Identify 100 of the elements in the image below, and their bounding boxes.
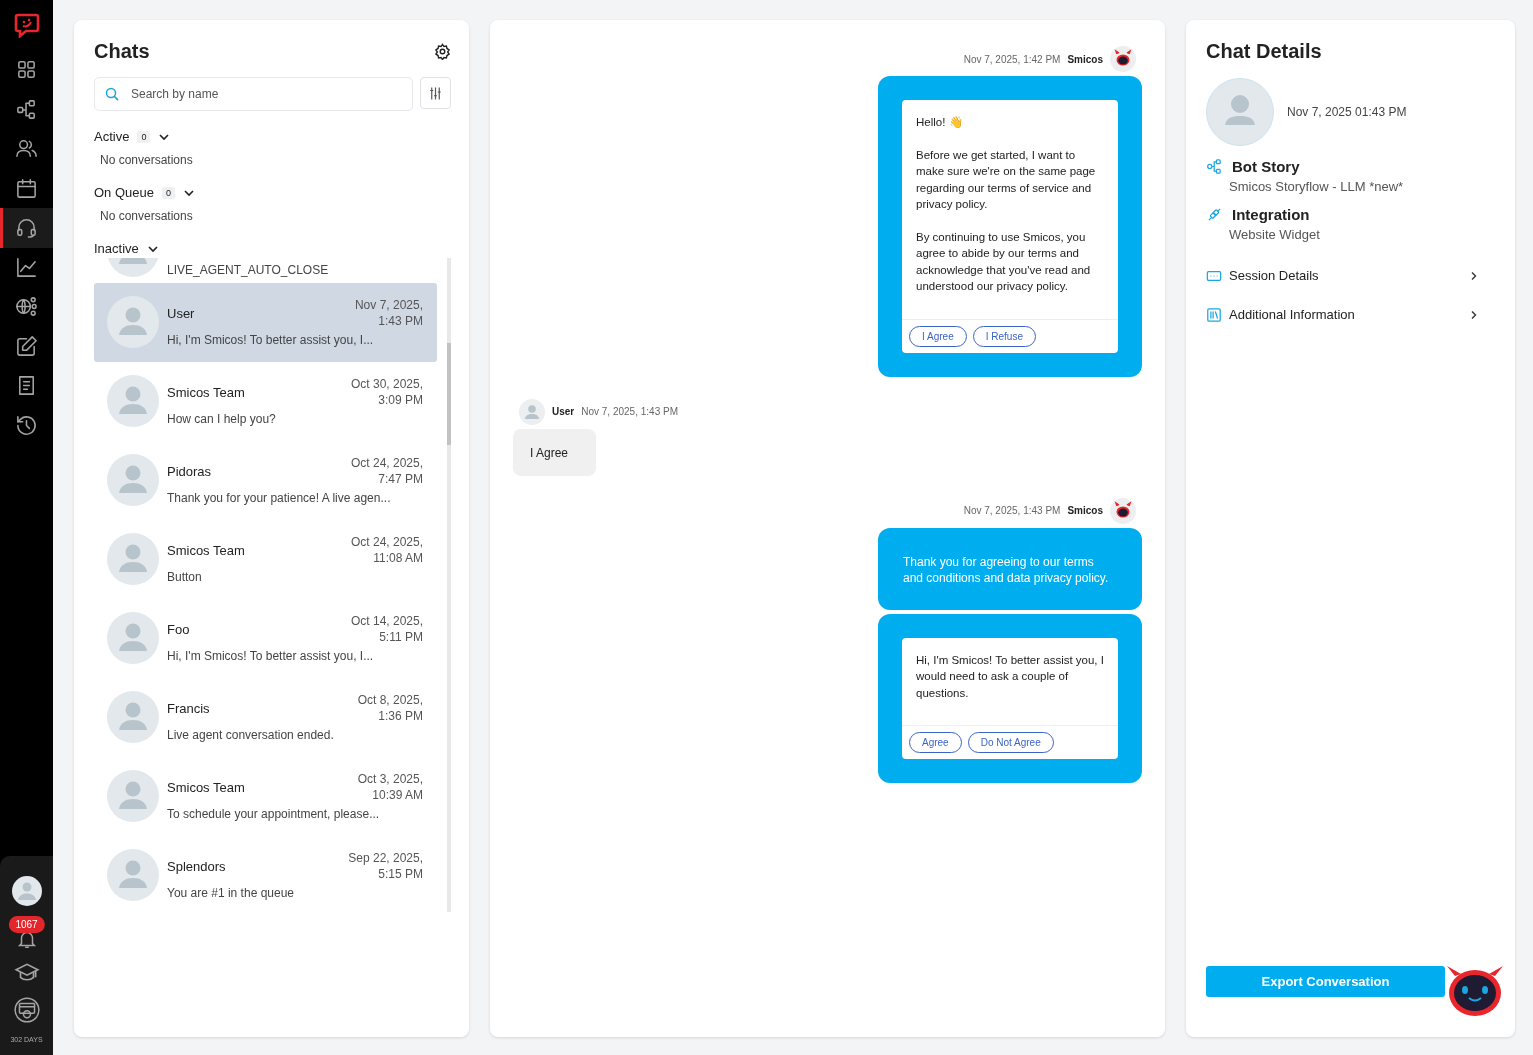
contact-name: Smicos Team: [167, 779, 245, 795]
network-icon: [15, 295, 38, 319]
chat-date: Oct 8, 2025, 1:36 PM: [356, 692, 423, 724]
edit-icon: [15, 334, 38, 358]
billing-icon[interactable]: [12, 996, 41, 1024]
contact-name: Splendors: [167, 858, 226, 874]
chat-date: Oct 3, 2025, 10:39 AM: [356, 771, 423, 803]
avatar-icon: [107, 849, 159, 901]
count-badge: 0: [137, 130, 151, 143]
section-toggle[interactable]: Inactive: [94, 241, 159, 256]
chat-date: Sep 22, 2025, 5:15 PM: [347, 850, 423, 882]
contact-name: User: [167, 305, 195, 321]
search-field[interactable]: Search by name: [94, 77, 413, 111]
chat-item[interactable]: Smicos Team Oct 24, 2025, 11:08 AM Button: [94, 520, 437, 599]
history-icon: [15, 413, 38, 437]
chat-date: Oct 14, 2025, 5:11 PM: [349, 613, 423, 645]
message-preview: Thank you for your patience! A live agen...: [167, 491, 392, 505]
message-time: Nov 7, 2025, 1:43 PM: [581, 406, 678, 417]
info-label: Integration: [1232, 206, 1310, 223]
message-preview: LIVE_AGENT_AUTO_CLOSE: [167, 263, 330, 277]
info-label: Bot Story: [1232, 158, 1300, 175]
books-icon: [1206, 306, 1222, 323]
chat-item[interactable]: Smicos Team Oct 30, 2025, 3:09 PM How can I help you?: [94, 362, 437, 441]
message-preview: Button: [167, 570, 203, 584]
section-toggle[interactable]: Active 0: [94, 129, 171, 144]
chat-item[interactable]: Francis Oct 8, 2025, 1:36 PM Live agent conversation ended.: [94, 678, 437, 757]
sender-name: User: [552, 406, 575, 417]
panel-title: Chat Details: [1206, 40, 1323, 63]
contact-name: Smicos Team: [167, 384, 245, 400]
headset-icon: [15, 216, 38, 240]
avatar-icon: [107, 612, 159, 664]
sender-name: Smicos: [1067, 505, 1103, 516]
plug-icon: [1206, 206, 1223, 223]
message-preview: You are #1 in the queue: [167, 886, 295, 900]
logo-icon: [13, 12, 40, 38]
chevron-right-icon: [1469, 270, 1479, 281]
settings-icon[interactable]: [434, 43, 451, 60]
user-avatar-icon: [519, 398, 545, 425]
chat-item[interactable]: LIVE_AGENT_AUTO_CLOSE: [94, 258, 437, 283]
avatar-icon: [107, 770, 159, 822]
profile-avatar[interactable]: [11, 876, 42, 906]
avatar-icon: [107, 454, 159, 506]
contact-name: Francis: [167, 700, 210, 716]
chat-date: Oct 24, 2025, 11:08 AM: [349, 534, 423, 566]
chat-item[interactable]: Splendors Sep 22, 2025, 5:15 PM You are #1 in the queue: [94, 836, 437, 912]
message-text: Hello! 👋: [916, 115, 964, 130]
calendar-icon: [15, 176, 38, 200]
message-preview: To schedule your appointment, please...: [167, 807, 381, 821]
bot-avatar-icon: [1110, 497, 1136, 524]
link-label: Additional Information: [1229, 307, 1356, 322]
notification-badge: 1067: [8, 916, 45, 933]
flow-icon: [15, 97, 38, 121]
details-link[interactable]: Additional Information: [1206, 295, 1495, 334]
chat-item[interactable]: Pidoras Oct 24, 2025, 7:47 PM Thank you for your patience! A live agen...: [94, 441, 437, 520]
count-badge: 0: [162, 186, 175, 199]
chat-item[interactable]: Foo Oct 14, 2025, 5:11 PM Hi, I'm Smicos! To better assist you, I...: [94, 599, 437, 678]
avatar-icon: [107, 691, 159, 743]
nav-item[interactable]: [0, 208, 53, 248]
empty-message: No conversations: [100, 209, 194, 223]
info-value: Smicos Storyflow - LLM *new*: [1228, 179, 1405, 194]
bot-avatar-icon: [1110, 46, 1136, 72]
chat-item[interactable]: Smicos Team Oct 3, 2025, 10:39 AM To schedule your appointment, please...: [94, 757, 437, 836]
message-text: Hi, I'm Smicos! To better assist you, I would need to ask a couple of questions.: [916, 652, 1104, 701]
chat-date: Nov 7, 2025, 1:43 PM: [353, 297, 423, 329]
section-toggle[interactable]: On Queue 0: [94, 185, 195, 200]
search-icon: [105, 86, 120, 102]
flow-icon: [1206, 158, 1223, 175]
avatar-icon: [107, 533, 159, 585]
message-preview: Hi, I'm Smicos! To better assist you, I...: [167, 649, 375, 663]
avatar-icon: [107, 296, 159, 348]
empty-message: No conversations: [100, 153, 194, 167]
chat-date: Oct 30, 2025, 3:09 PM: [349, 376, 423, 408]
details-link[interactable]: Session Details: [1206, 256, 1495, 295]
contact-name: Smicos Team: [167, 542, 245, 558]
user-message: I Agree: [513, 428, 597, 476]
panel-title: Chats: [94, 40, 150, 63]
message-time: Nov 7, 2025, 1:43 PM: [963, 505, 1061, 516]
link-label: Session Details: [1229, 268, 1320, 283]
contact-name: Foo: [167, 621, 190, 637]
chart-icon: [15, 255, 38, 279]
message-text: Before we get started, I want to make sure we're on the same page regarding our terms of service and privacy policy.: [916, 147, 1097, 212]
message-time: Nov 7, 2025, 1:42 PM: [963, 53, 1061, 65]
filter-button[interactable]: [420, 77, 451, 109]
section-label: Active: [94, 129, 130, 144]
message-text: By continuing to use Smicos, you agree to abide by our terms and acknowledge that you've read and understood our privacy policy.: [916, 229, 1092, 294]
chat-item[interactable]: User Nov 7, 2025, 1:43 PM Hi, I'm Smicos! To better assist you, I...: [94, 283, 437, 362]
contact-name: Pidoras: [167, 463, 212, 479]
info-value: Website Widget: [1228, 227, 1321, 242]
bot-message: Thank you for agreeing to our terms and conditions and data privacy policy.: [878, 527, 1142, 610]
message-preview: Live agent conversation ended.: [167, 728, 335, 742]
sender-name: Smicos: [1067, 53, 1103, 65]
message-preview: How can I help you?: [167, 412, 277, 426]
chat-date: Nov 7, 2025 01:43 PM: [1287, 105, 1407, 119]
chat-date: Oct 24, 2025, 7:47 PM: [349, 455, 423, 487]
chevron-right-icon: [1469, 309, 1479, 320]
message-preview: Hi, I'm Smicos! To better assist you, I...: [167, 333, 375, 347]
avatar-icon: [107, 375, 159, 427]
section-label: Inactive: [94, 241, 139, 256]
sliders-icon: [428, 85, 443, 101]
section-label: On Queue: [94, 185, 154, 200]
